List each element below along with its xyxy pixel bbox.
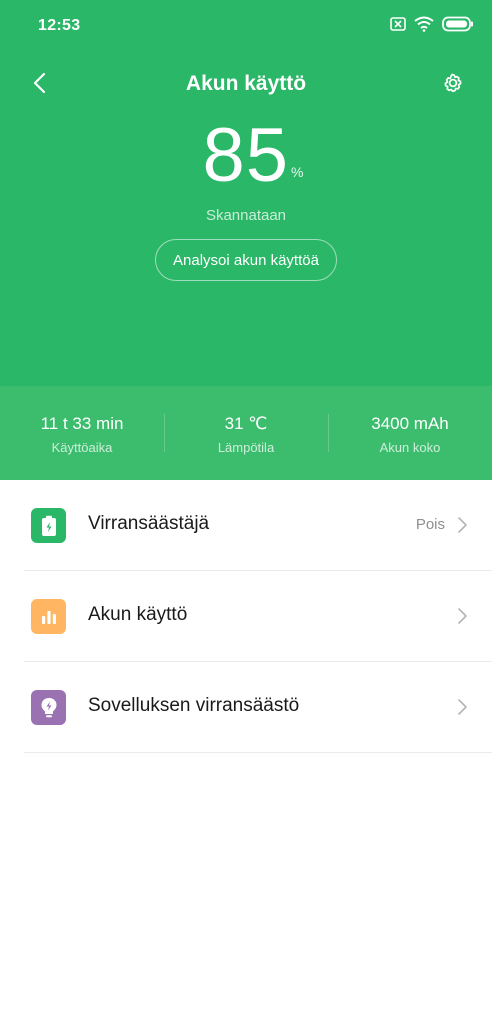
list-item-value: Pois — [415, 516, 445, 533]
stat-capacity: 3400 mAh Akun koko — [328, 386, 492, 480]
list-item-battery-usage[interactable]: Akun käyttö — [0, 571, 492, 662]
list-item-battery-saver[interactable]: Virransäästäjä Pois — [0, 480, 492, 571]
battery-header: 12:53 Akun käyttö 85 % Skannataan Analys… — [0, 0, 492, 386]
battery-stats: 11 t 33 min Käyttöaika 31 ℃ Lämpötila 34… — [0, 386, 492, 480]
scan-status: Skannataan — [205, 207, 287, 224]
stat-temperature: 31 ℃ Lämpötila — [164, 386, 328, 480]
status-time: 12:53 — [38, 17, 81, 34]
page-title: Akun käyttö — [185, 72, 307, 95]
list-item-label: Sovelluksen virransäästö — [88, 695, 300, 716]
chevron-right-icon — [458, 699, 467, 715]
stat-label: Lämpötila — [217, 440, 275, 455]
stat-label: Käyttöaika — [51, 440, 113, 455]
chevron-right-icon — [458, 608, 467, 624]
battery-percent: 85% — [0, 112, 492, 200]
analyze-battery-button[interactable]: Analysoi akun käyttöä — [155, 239, 337, 281]
sim-off-icon — [390, 17, 406, 31]
lightbulb-bolt-icon — [31, 690, 66, 725]
stat-usage-time: 11 t 33 min Käyttöaika — [0, 386, 164, 480]
battery-percent-value: 85 — [202, 113, 290, 198]
battery-saver-icon — [31, 508, 66, 543]
bar-chart-icon — [31, 599, 66, 634]
battery-settings-list: Virransäästäjä Pois Akun käyttö Sovelluk… — [0, 480, 492, 753]
battery-usage-screen: 12:53 Akun käyttö 85 % Skannataan Analys… — [0, 0, 492, 1024]
gear-icon — [441, 71, 465, 100]
percent-sign: % — [291, 164, 304, 180]
stat-value: 3400 mAh — [371, 414, 449, 433]
list-item-label: Akun käyttö — [88, 604, 188, 625]
chevron-right-icon — [458, 517, 467, 533]
stat-value: 31 ℃ — [224, 414, 268, 433]
wifi-icon — [414, 16, 434, 32]
stat-value: 11 t 33 min — [40, 414, 124, 433]
list-item-label: Virransäästäjä — [88, 513, 210, 534]
settings-button[interactable] — [438, 70, 468, 100]
status-icons — [390, 16, 474, 32]
battery-icon — [442, 16, 474, 32]
stat-label: Akun koko — [379, 440, 441, 455]
list-item-app-battery-saver[interactable]: Sovelluksen virransäästö — [0, 662, 492, 753]
status-bar: 12:53 — [0, 0, 492, 52]
